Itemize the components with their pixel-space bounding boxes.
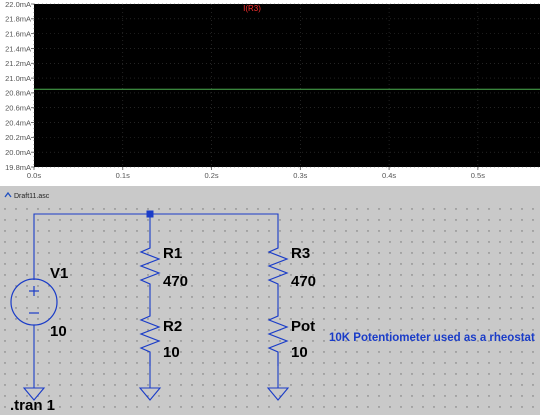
y-tick-label: 21.8mA	[5, 15, 31, 24]
v1-value-label[interactable]: 10	[50, 323, 67, 340]
r1-name-label[interactable]: R1	[163, 245, 182, 262]
trace-label[interactable]: I(R3)	[243, 4, 261, 13]
y-tick-label: 21.6mA	[5, 29, 31, 38]
wire-junction[interactable]	[146, 210, 154, 218]
pot-name-label[interactable]: Pot	[291, 318, 315, 335]
r1-value-label[interactable]: 470	[163, 273, 188, 290]
x-tick-label: 0.5s	[471, 171, 485, 180]
schematic-tab-title: Draft11.asc	[14, 193, 50, 200]
y-tick-label: 20.4mA	[5, 118, 31, 127]
y-tick-label: 20.0mA	[5, 148, 31, 157]
spice-directive[interactable]: .tran 1	[10, 397, 55, 414]
y-tick-label: 20.8mA	[5, 89, 31, 98]
schematic-tab[interactable]: Draft11.asc	[4, 190, 74, 204]
y-tick-label: 21.4mA	[5, 44, 31, 53]
x-tick-label: 0.4s	[382, 171, 396, 180]
pot-value-label[interactable]: 10	[291, 344, 308, 361]
v1-name-label[interactable]: V1	[50, 265, 68, 282]
schematic-canvas[interactable]: V1 10 R1 470 R2 10 R3 470 Pot 10 10K Pot…	[0, 204, 540, 415]
x-tick-label: 0.3s	[293, 171, 307, 180]
y-tick-label: 21.0mA	[5, 74, 31, 83]
plot-background	[34, 4, 540, 167]
schematic-dot-grid	[0, 204, 540, 415]
r2-value-label[interactable]: 10	[163, 344, 180, 361]
r3-name-label[interactable]: R3	[291, 245, 310, 262]
schematic-file-icon	[4, 191, 12, 198]
r2-name-label[interactable]: R2	[163, 318, 182, 335]
y-tick-label: 21.2mA	[5, 59, 31, 68]
x-tick-label: 0.1s	[116, 171, 130, 180]
x-tick-label: 0.2s	[204, 171, 218, 180]
r3-value-label[interactable]: 470	[291, 273, 316, 290]
y-tick-label: 22.0mA	[5, 0, 31, 9]
y-tick-label: 20.6mA	[5, 104, 31, 113]
schematic-comment[interactable]: 10K Potentiometer used as a rheostat	[329, 332, 535, 344]
x-tick-label: 0.0s	[27, 171, 41, 180]
waveform-plot[interactable]: 22.0mA 21.8mA 21.6mA 21.4mA 21.2mA 21.0mA 20.8…	[0, 0, 540, 186]
y-tick-label: 20.2mA	[5, 133, 31, 142]
waveform-plot-pane[interactable]: 22.0mA 21.8mA 21.6mA 21.4mA 21.2mA 21.0mA 20.8…	[0, 0, 540, 186]
